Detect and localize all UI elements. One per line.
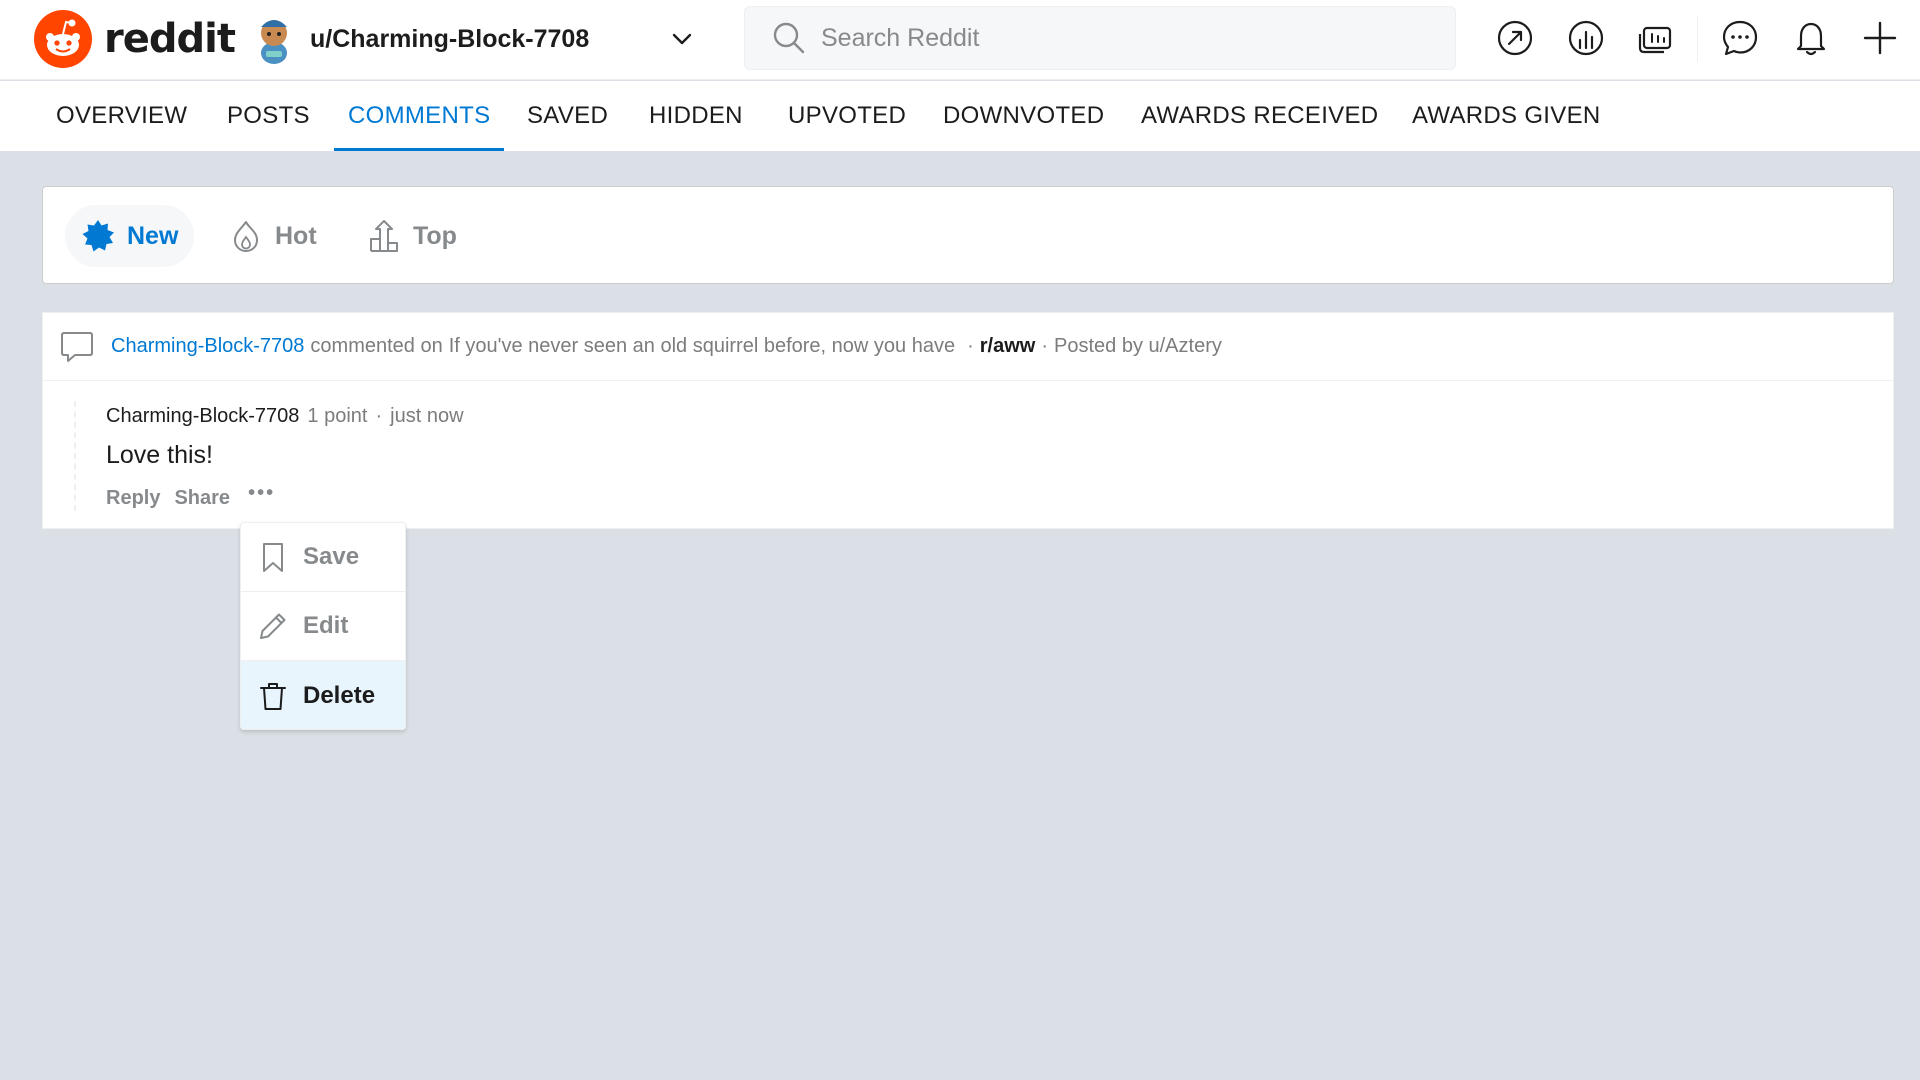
- sort-new-label: New: [127, 221, 179, 250]
- subreddit-link[interactable]: r/aww: [980, 335, 1036, 358]
- tab-downvoted[interactable]: DOWNVOTED: [929, 81, 1118, 151]
- tab-posts[interactable]: POSTS: [213, 81, 324, 151]
- chat-icon[interactable]: [1720, 18, 1760, 58]
- chat-tv-icon[interactable]: [1636, 18, 1676, 58]
- menu-item-save-label: Save: [303, 543, 360, 570]
- menu-item-save[interactable]: Save: [241, 523, 405, 592]
- comment-points: 1 point: [307, 405, 368, 427]
- post-title-link[interactable]: If you've never seen an old squirrel bef…: [449, 335, 955, 358]
- share-button[interactable]: Share: [174, 487, 230, 510]
- top-header: reddit u/Charming-Block-7708: [0, 0, 1920, 80]
- header-divider: [1697, 16, 1698, 62]
- comment-actions: Reply Share •••: [106, 483, 275, 510]
- menu-item-edit-label: Edit: [303, 612, 349, 639]
- comment-meta-author[interactable]: Charming-Block-7708: [106, 405, 299, 428]
- chevron-down-icon: [672, 33, 692, 45]
- comment-author-link[interactable]: Charming-Block-7708: [111, 335, 304, 358]
- tab-upvoted[interactable]: UPVOTED: [774, 81, 920, 151]
- pencil-icon: [260, 613, 286, 639]
- sort-hot-button[interactable]: Hot: [213, 205, 333, 267]
- thread-line[interactable]: [74, 401, 76, 511]
- top-podium-icon: [370, 220, 398, 252]
- bookmark-icon: [263, 543, 283, 572]
- more-options-button[interactable]: •••: [248, 483, 275, 503]
- trash-icon: [260, 682, 286, 710]
- menu-item-delete[interactable]: Delete: [241, 661, 405, 729]
- user-avatar: [261, 20, 287, 64]
- sort-bar: New Hot Top: [42, 186, 1894, 284]
- search-icon: [773, 22, 805, 54]
- comment-card-header: Charming-Block-7708 commented on If you'…: [43, 313, 1893, 381]
- notifications-icon[interactable]: [1791, 18, 1831, 58]
- stats-icon[interactable]: [1566, 18, 1606, 58]
- reply-button[interactable]: Reply: [106, 487, 160, 510]
- comment-meta: Charming-Block-7708 1 point · just now: [106, 405, 464, 428]
- tab-awards-received[interactable]: AWARDS RECEIVED: [1127, 81, 1392, 151]
- tab-comments[interactable]: COMMENTS: [334, 81, 505, 151]
- reddit-snoo-icon: [34, 10, 92, 68]
- sort-top-label: Top: [413, 221, 457, 250]
- separator-dot: ·: [375, 405, 383, 427]
- comment-card[interactable]: Charming-Block-7708 commented on If you'…: [42, 312, 1894, 529]
- posted-by-link[interactable]: Posted by u/Aztery: [1054, 335, 1222, 358]
- reddit-wordmark: reddit: [104, 16, 236, 62]
- tab-awards-given[interactable]: AWARDS GIVEN: [1398, 81, 1615, 151]
- tab-hidden[interactable]: HIDDEN: [635, 81, 757, 151]
- popular-icon[interactable]: [1495, 18, 1535, 58]
- profile-tabs: OVERVIEW POSTS COMMENTS SAVED HIDDEN UPV…: [0, 81, 1920, 151]
- flame-icon: [234, 221, 258, 252]
- reddit-logo[interactable]: reddit: [34, 10, 236, 68]
- commented-on-label: commented on: [310, 335, 443, 357]
- separator-dot: ·: [967, 335, 974, 357]
- new-burst-icon: [82, 220, 114, 252]
- sort-top-button[interactable]: Top: [351, 205, 473, 267]
- tab-saved[interactable]: SAVED: [513, 81, 622, 151]
- comment-options-menu: Save Edit Delete: [240, 522, 406, 730]
- username-label: u/Charming-Block-7708: [310, 24, 590, 53]
- comment-timestamp: just now: [390, 405, 464, 427]
- search-input[interactable]: [821, 23, 1421, 53]
- create-post-icon[interactable]: [1860, 18, 1900, 58]
- menu-item-delete-label: Delete: [303, 681, 376, 709]
- sort-new-button[interactable]: New: [65, 205, 195, 267]
- search-bar[interactable]: [744, 6, 1456, 70]
- comment-body: Love this!: [106, 441, 214, 469]
- user-menu-dropdown[interactable]: u/Charming-Block-7708: [252, 8, 696, 70]
- menu-item-edit[interactable]: Edit: [241, 592, 405, 661]
- separator-dot: ·: [1041, 335, 1048, 357]
- comment-bubble-icon: [61, 331, 93, 362]
- tab-overview[interactable]: OVERVIEW: [42, 81, 201, 151]
- sort-hot-label: Hot: [275, 221, 317, 250]
